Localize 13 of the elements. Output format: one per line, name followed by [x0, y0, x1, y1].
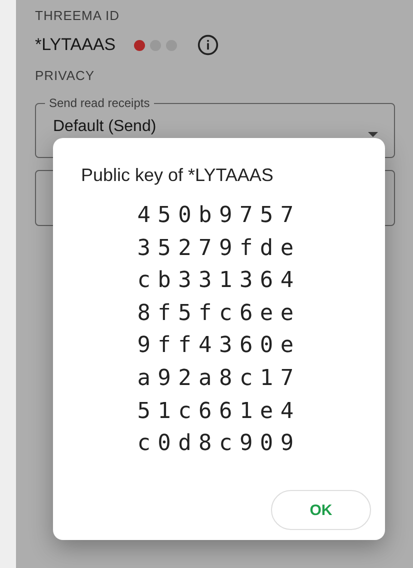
- section-label: PRIVACY: [35, 67, 96, 85]
- key-line: 35279fde: [137, 234, 301, 263]
- key-line: c0d8c909: [137, 430, 301, 458]
- key-line: 450b9757: [137, 202, 301, 230]
- key-line: a92a8c17: [137, 364, 301, 393]
- threema-id: *LYTAAAS: [35, 35, 116, 55]
- key-line: cb331364: [137, 267, 301, 296]
- key-line: 9ff4360e: [137, 332, 301, 360]
- info-icon[interactable]: [196, 34, 219, 56]
- key-line: 51c661e4: [137, 398, 301, 426]
- dialog-title: Public key of *LYTAAAS: [81, 164, 274, 186]
- key-line: 8f5fc6ee: [137, 300, 301, 328]
- section-label: THREEMA ID: [35, 7, 120, 25]
